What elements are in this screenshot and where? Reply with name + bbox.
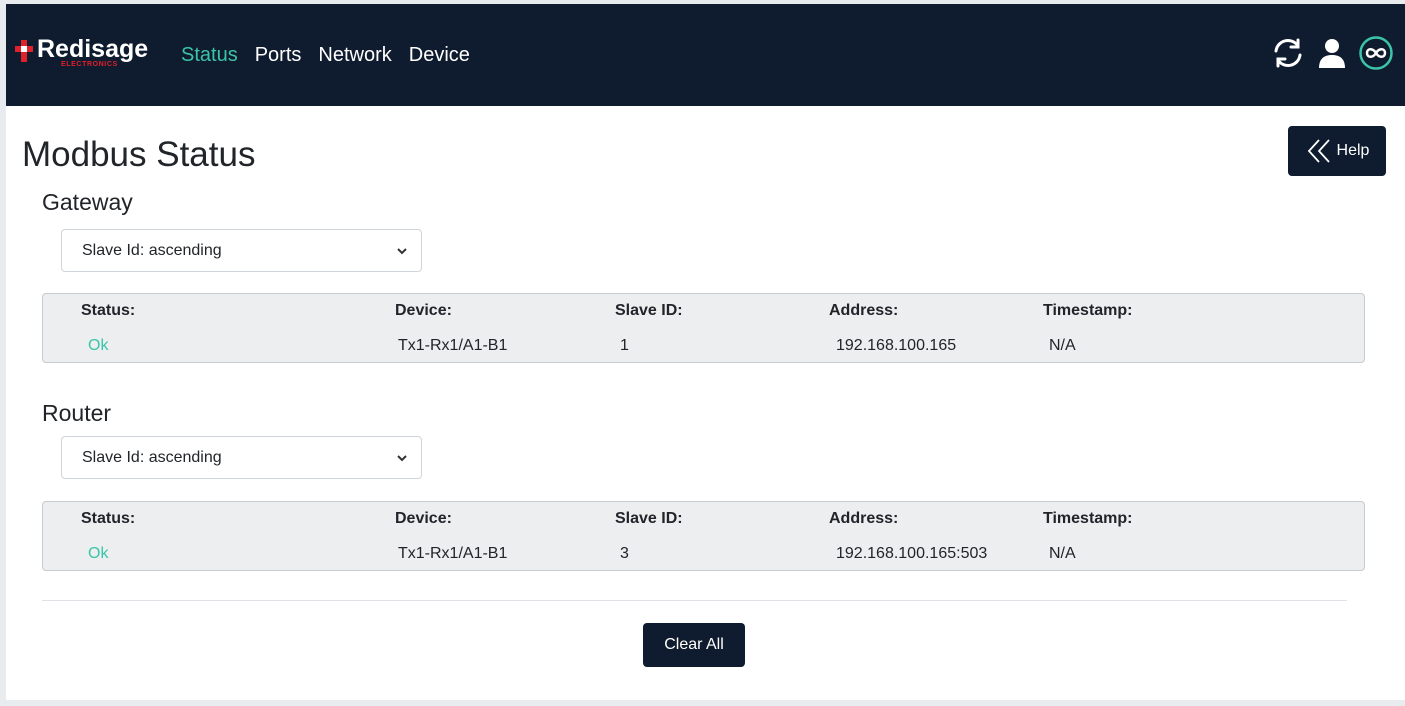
gateway-header-timestamp: Timestamp: [1043,302,1133,319]
router-sort-value: Slave Id: ascending [82,448,222,466]
help-button[interactable]: Help [1288,126,1386,176]
app-frame: Redisage ELECTRONICS Status Ports Networ… [6,4,1405,700]
gateway-header-slave-id: Slave ID: [615,302,683,319]
brand-subtitle: ELECTRONICS [61,61,118,68]
gateway-sort-value: Slave Id: ascending [82,241,222,259]
nav-link-ports[interactable]: Ports [255,42,302,68]
gateway-status-value: Ok [88,337,109,354]
gateway-timestamp-value: N/A [1049,337,1076,354]
double-chevron-left-icon [1307,139,1330,163]
chevron-down-icon [397,248,407,255]
page-title: Modbus Status [22,135,256,174]
gateway-sort-select[interactable]: Slave Id: ascending [61,229,422,272]
infinity-icon[interactable] [1357,34,1395,72]
gateway-slave-id-value: 1 [620,337,629,354]
gateway-device-value: Tx1-Rx1/A1-B1 [398,337,508,354]
section-divider [42,600,1347,601]
router-status-table: Status: Device: Slave ID: Address: Times… [42,501,1365,571]
router-device-value: Tx1-Rx1/A1-B1 [398,545,508,562]
brand-name: Redisage [37,35,149,63]
gateway-address-value: 192.168.100.165 [836,337,957,354]
router-status-value: Ok [88,545,109,562]
clear-all-button[interactable]: Clear All [643,623,745,667]
top-navbar: Redisage ELECTRONICS Status Ports Networ… [6,4,1405,106]
gateway-header-address: Address: [829,302,899,319]
router-address-value: 192.168.100.165:503 [836,545,988,562]
brand-logo[interactable]: Redisage ELECTRONICS [13,35,173,75]
help-button-label: Help [1336,142,1370,159]
logo-mark-icon [15,40,33,62]
user-icon[interactable] [1313,34,1351,72]
router-header-device: Device: [395,510,452,527]
router-header-status: Status: [81,510,136,527]
router-header-slave-id: Slave ID: [615,510,683,527]
chevron-down-icon [397,455,407,462]
gateway-header-status: Status: [81,302,136,319]
nav-link-status[interactable]: Status [181,42,238,68]
refresh-icon[interactable] [1269,34,1307,72]
router-section-title: Router [42,400,112,426]
gateway-header-device: Device: [395,302,452,319]
nav-link-device[interactable]: Device [409,42,470,68]
nav-links: Status Ports Network Device [181,42,470,68]
gateway-status-table: Status: Device: Slave ID: Address: Times… [42,293,1365,363]
router-timestamp-value: N/A [1049,545,1076,562]
router-header-address: Address: [829,510,899,527]
gateway-section-title: Gateway [42,189,133,215]
router-header-timestamp: Timestamp: [1043,510,1133,527]
nav-icon-group [1269,34,1395,72]
router-sort-select[interactable]: Slave Id: ascending [61,436,422,479]
router-slave-id-value: 3 [620,545,629,562]
nav-link-network[interactable]: Network [318,42,391,68]
